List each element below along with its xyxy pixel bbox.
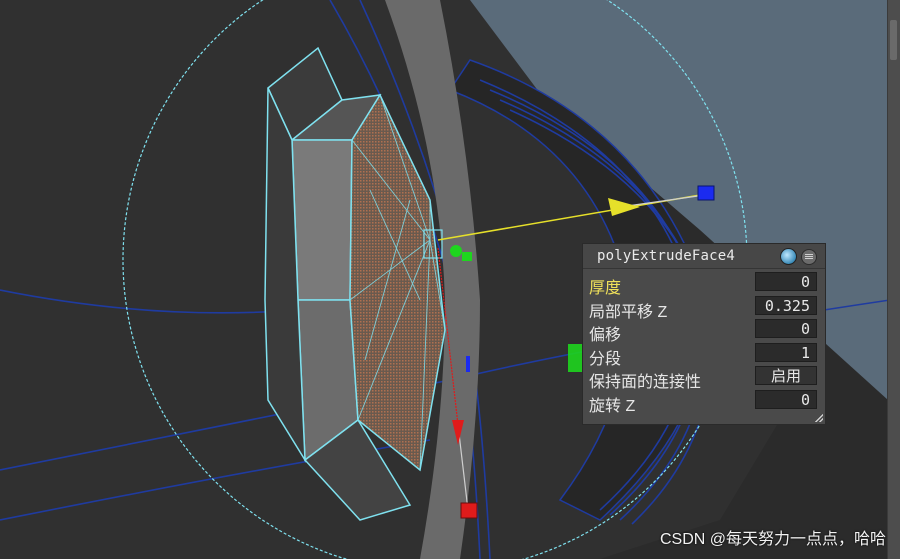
ive-row-rotate-z[interactable]: 旋转 Z 0 [583,389,825,415]
ive-label: 旋转 Z [589,397,636,415]
local-translate-z-field[interactable]: 0.325 [755,295,817,315]
divisions-field[interactable]: 1 [755,342,817,362]
ive-row-thickness[interactable]: 厚度 0 [583,271,825,297]
ive-row-offset[interactable]: 偏移 0 [583,318,825,344]
offset-field[interactable]: 0 [755,319,817,338]
watermark: CSDN @每天努力一点点，哈哈 [659,531,886,548]
resize-grip-icon[interactable] [815,414,823,422]
x-handle-icon [460,502,478,519]
ive-row-local-translate-z[interactable]: 局部平移 Z 0.325 [583,295,825,321]
y-handle-icon [450,245,462,257]
ive-row-keep-faces-together[interactable]: 保持面的连接性 启用 [583,365,825,391]
node-icon[interactable] [780,248,797,265]
z-handle-icon [697,185,715,201]
thickness-field[interactable]: 0 [755,272,817,291]
menu-icon[interactable] [801,249,817,265]
ive-header[interactable]: polyExtrudeFace4 [583,244,825,269]
ive-row-divisions[interactable]: 分段 1 [583,342,825,368]
keep-faces-together-dropdown[interactable]: 启用 [755,366,817,385]
scrollbar-thumb[interactable] [890,20,897,60]
viewport-scrollbar[interactable] [887,0,900,559]
ive-title: polyExtrudeFace4 [597,248,736,264]
in-view-editor[interactable]: polyExtrudeFace4 厚度 0 局部平移 Z 0.325 偏移 0 … [582,243,826,425]
rotate-z-field[interactable]: 0 [755,389,817,409]
